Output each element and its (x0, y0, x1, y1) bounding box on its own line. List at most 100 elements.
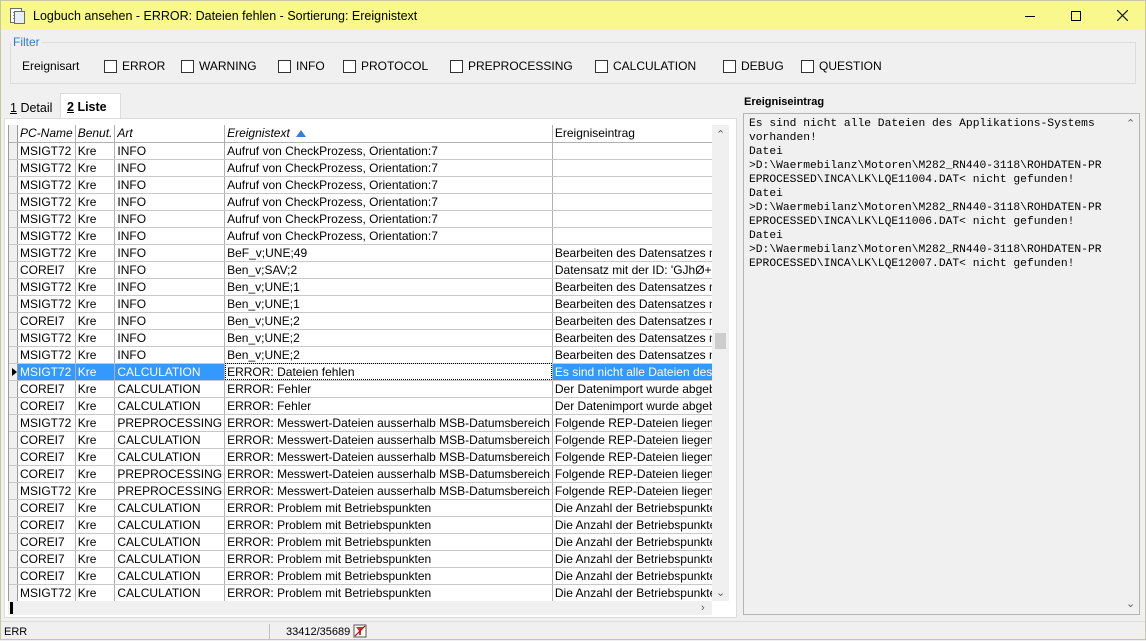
table-row[interactable]: COREI7 Kre CALCULATION ERROR: Problem mit B… (9, 516, 719, 534)
close-button[interactable] (1099, 1, 1145, 30)
table-cell-event-text[interactable]: ERROR: Problem mit Betriebspunkten (224, 516, 553, 534)
filter-option-question[interactable]: QUESTION (801, 58, 882, 74)
table-cell-user[interactable]: Kre (75, 159, 116, 177)
table-cell-type[interactable]: INFO (114, 227, 226, 245)
filter-option-error[interactable]: ERROR (104, 58, 165, 74)
table-row[interactable]: MSIGT72 Kre PREPROCESSING ERROR: Messwert-D… (9, 414, 719, 432)
table-row[interactable]: COREI7 Kre CALCULATION ERROR: Messwert-Date… (9, 431, 719, 449)
table-cell-type[interactable]: CALCULATION (114, 380, 226, 398)
table-cell-event-text[interactable]: ERROR: Problem mit Betriebspunkten (224, 499, 553, 517)
table-cell-event-entry[interactable]: Folgende REP-Dateien liegen a (552, 448, 719, 466)
table-cell-event-text[interactable]: ERROR: Fehler (224, 380, 553, 398)
table-row[interactable]: MSIGT72 Kre CALCULATION ERROR: Problem mit … (9, 584, 719, 601)
table-cell-type[interactable]: INFO (114, 244, 226, 262)
table-row[interactable]: COREI7 Kre CALCULATION ERROR: Problem mit B… (9, 533, 719, 551)
table-cell-pc-name[interactable]: MSIGT72 (17, 363, 76, 381)
scroll-down-icon[interactable]: ⌄ (1126, 598, 1135, 610)
table-cell-event-entry[interactable]: Folgende REP-Dateien liegen a (552, 482, 719, 500)
table-row[interactable]: COREI7 Kre PREPROCESSING ERROR: Messwert-Da… (9, 465, 719, 483)
table-cell-user[interactable]: Kre (75, 295, 116, 313)
table-cell-type[interactable]: CALCULATION (114, 431, 226, 449)
filter-option-info[interactable]: INFO (278, 58, 325, 74)
table-cell-event-entry[interactable] (552, 193, 719, 211)
checkbox[interactable] (343, 59, 356, 73)
table-cell-event-text[interactable]: Aufruf von CheckProzess, Orientation:7 (224, 159, 553, 177)
table-row[interactable]: MSIGT72 Kre INFO Aufruf von CheckProzess, O… (9, 227, 719, 245)
scroll-down-icon[interactable]: ⌄ (716, 587, 725, 599)
row-indicator[interactable] (9, 295, 18, 313)
event-entry-text[interactable]: Es sind nicht alle Dateien des Applikati… (749, 117, 1117, 271)
row-indicator[interactable] (9, 210, 18, 228)
table-cell-pc-name[interactable]: MSIGT72 (17, 159, 76, 177)
table-cell-type[interactable]: CALCULATION (114, 363, 226, 381)
table-cell-user[interactable]: Kre (75, 380, 116, 398)
table-cell-pc-name[interactable]: COREI7 (17, 261, 76, 279)
row-indicator[interactable] (9, 329, 18, 347)
table-row[interactable]: MSIGT72 Kre INFO Ben_v;UNE;2 Bearbeiten des … (9, 346, 719, 364)
table-row[interactable]: COREI7 Kre CALCULATION ERROR: Problem mit B… (9, 550, 719, 568)
filter-option-debug[interactable]: DEBUG (723, 58, 784, 74)
table-row[interactable]: MSIGT72 Kre INFO Aufruf von CheckProzess, O… (9, 142, 719, 160)
table-cell-event-text[interactable]: ERROR: Messwert-Dateien ausserhalb MSB-D… (224, 431, 553, 449)
table-cell-pc-name[interactable]: MSIGT72 (17, 210, 76, 228)
table-cell-event-text[interactable]: Aufruf von CheckProzess, Orientation:7 (224, 210, 553, 228)
table-cell-pc-name[interactable]: MSIGT72 (17, 414, 76, 432)
table-cell-event-text[interactable]: Ben_v;UNE;1 (224, 295, 553, 313)
table-cell-event-text[interactable]: Ben_v;UNE;2 (224, 312, 553, 330)
table-cell-user[interactable]: Kre (75, 193, 116, 211)
table-cell-event-entry[interactable] (552, 159, 719, 177)
table-row[interactable]: COREI7 Kre CALCULATION ERROR: Messwert-Date… (9, 448, 719, 466)
row-indicator[interactable] (9, 363, 18, 381)
table-cell-event-entry[interactable]: Folgende REP-Dateien liegen a (552, 414, 719, 432)
table-cell-user[interactable]: Kre (75, 346, 116, 364)
table-cell-event-entry[interactable] (552, 176, 719, 194)
column-header-user[interactable]: Benut. (75, 125, 116, 143)
table-cell-pc-name[interactable]: COREI7 (17, 567, 76, 585)
table-cell-event-entry[interactable]: Es sind nicht alle Dateien des A (552, 363, 719, 381)
scroll-up-icon[interactable]: ⌃ (1126, 118, 1135, 130)
table-cell-user[interactable]: Kre (75, 142, 116, 160)
table-cell-event-text[interactable]: Ben_v;UNE;1 (224, 278, 553, 296)
scroll-thumb[interactable] (715, 333, 726, 349)
table-horizontal-scrollbar[interactable]: › (8, 601, 712, 615)
row-indicator[interactable] (9, 176, 18, 194)
checkbox[interactable] (450, 59, 463, 73)
row-indicator[interactable] (9, 431, 18, 449)
checkbox[interactable] (181, 59, 194, 73)
table-cell-event-text[interactable]: ERROR: Messwert-Dateien ausserhalb MSB-D… (224, 414, 553, 432)
row-indicator[interactable] (9, 516, 18, 534)
table-cell-user[interactable]: Kre (75, 210, 116, 228)
table-cell-user[interactable]: Kre (75, 516, 116, 534)
minimize-button[interactable] (1007, 1, 1053, 30)
table-cell-pc-name[interactable]: MSIGT72 (17, 329, 76, 347)
table-cell-pc-name[interactable]: COREI7 (17, 516, 76, 534)
table-cell-pc-name[interactable]: COREI7 (17, 465, 76, 483)
table-cell-event-entry[interactable]: Bearbeiten des Datensatzes m (552, 295, 719, 313)
table-cell-type[interactable]: INFO (114, 278, 226, 296)
table-cell-event-entry[interactable]: Die Anzahl der Betriebspunkte (552, 584, 719, 601)
table-cell-event-entry[interactable]: Datensatz mit der ID: 'GJhØ+6 (552, 261, 719, 279)
column-header-event-text[interactable]: Ereignistext (224, 125, 553, 143)
table-cell-event-text[interactable]: ERROR: Fehler (224, 397, 553, 415)
table-cell-user[interactable]: Kre (75, 329, 116, 347)
table-cell-user[interactable]: Kre (75, 312, 116, 330)
table-cell-user[interactable]: Kre (75, 499, 116, 517)
table-cell-user[interactable]: Kre (75, 363, 116, 381)
table-cell-event-entry[interactable]: Der Datenimport wurde abgeb (552, 397, 719, 415)
table-cell-type[interactable]: CALCULATION (114, 550, 226, 568)
table-cell-user[interactable]: Kre (75, 482, 116, 500)
horizontal-scroll-thumb[interactable] (10, 602, 13, 614)
table-cell-type[interactable]: INFO (114, 329, 226, 347)
table-cell-event-entry[interactable]: Bearbeiten des Datensatzes m (552, 278, 719, 296)
row-indicator[interactable] (9, 584, 18, 601)
table-cell-pc-name[interactable]: MSIGT72 (17, 193, 76, 211)
table-cell-type[interactable]: PREPROCESSING (114, 482, 226, 500)
table-cell-event-entry[interactable]: Der Datenimport wurde abgeb (552, 380, 719, 398)
row-indicator[interactable] (9, 278, 18, 296)
table-cell-event-text[interactable]: Aufruf von CheckProzess, Orientation:7 (224, 227, 553, 245)
table-cell-event-text[interactable]: ERROR: Dateien fehlen (224, 363, 553, 381)
table-row[interactable]: MSIGT72 Kre INFO Ben_v;UNE;2 Bearbeiten des … (9, 329, 719, 347)
row-indicator[interactable] (9, 227, 18, 245)
table-cell-event-text[interactable]: ERROR: Problem mit Betriebspunkten (224, 567, 553, 585)
table-cell-type[interactable]: PREPROCESSING (114, 465, 226, 483)
